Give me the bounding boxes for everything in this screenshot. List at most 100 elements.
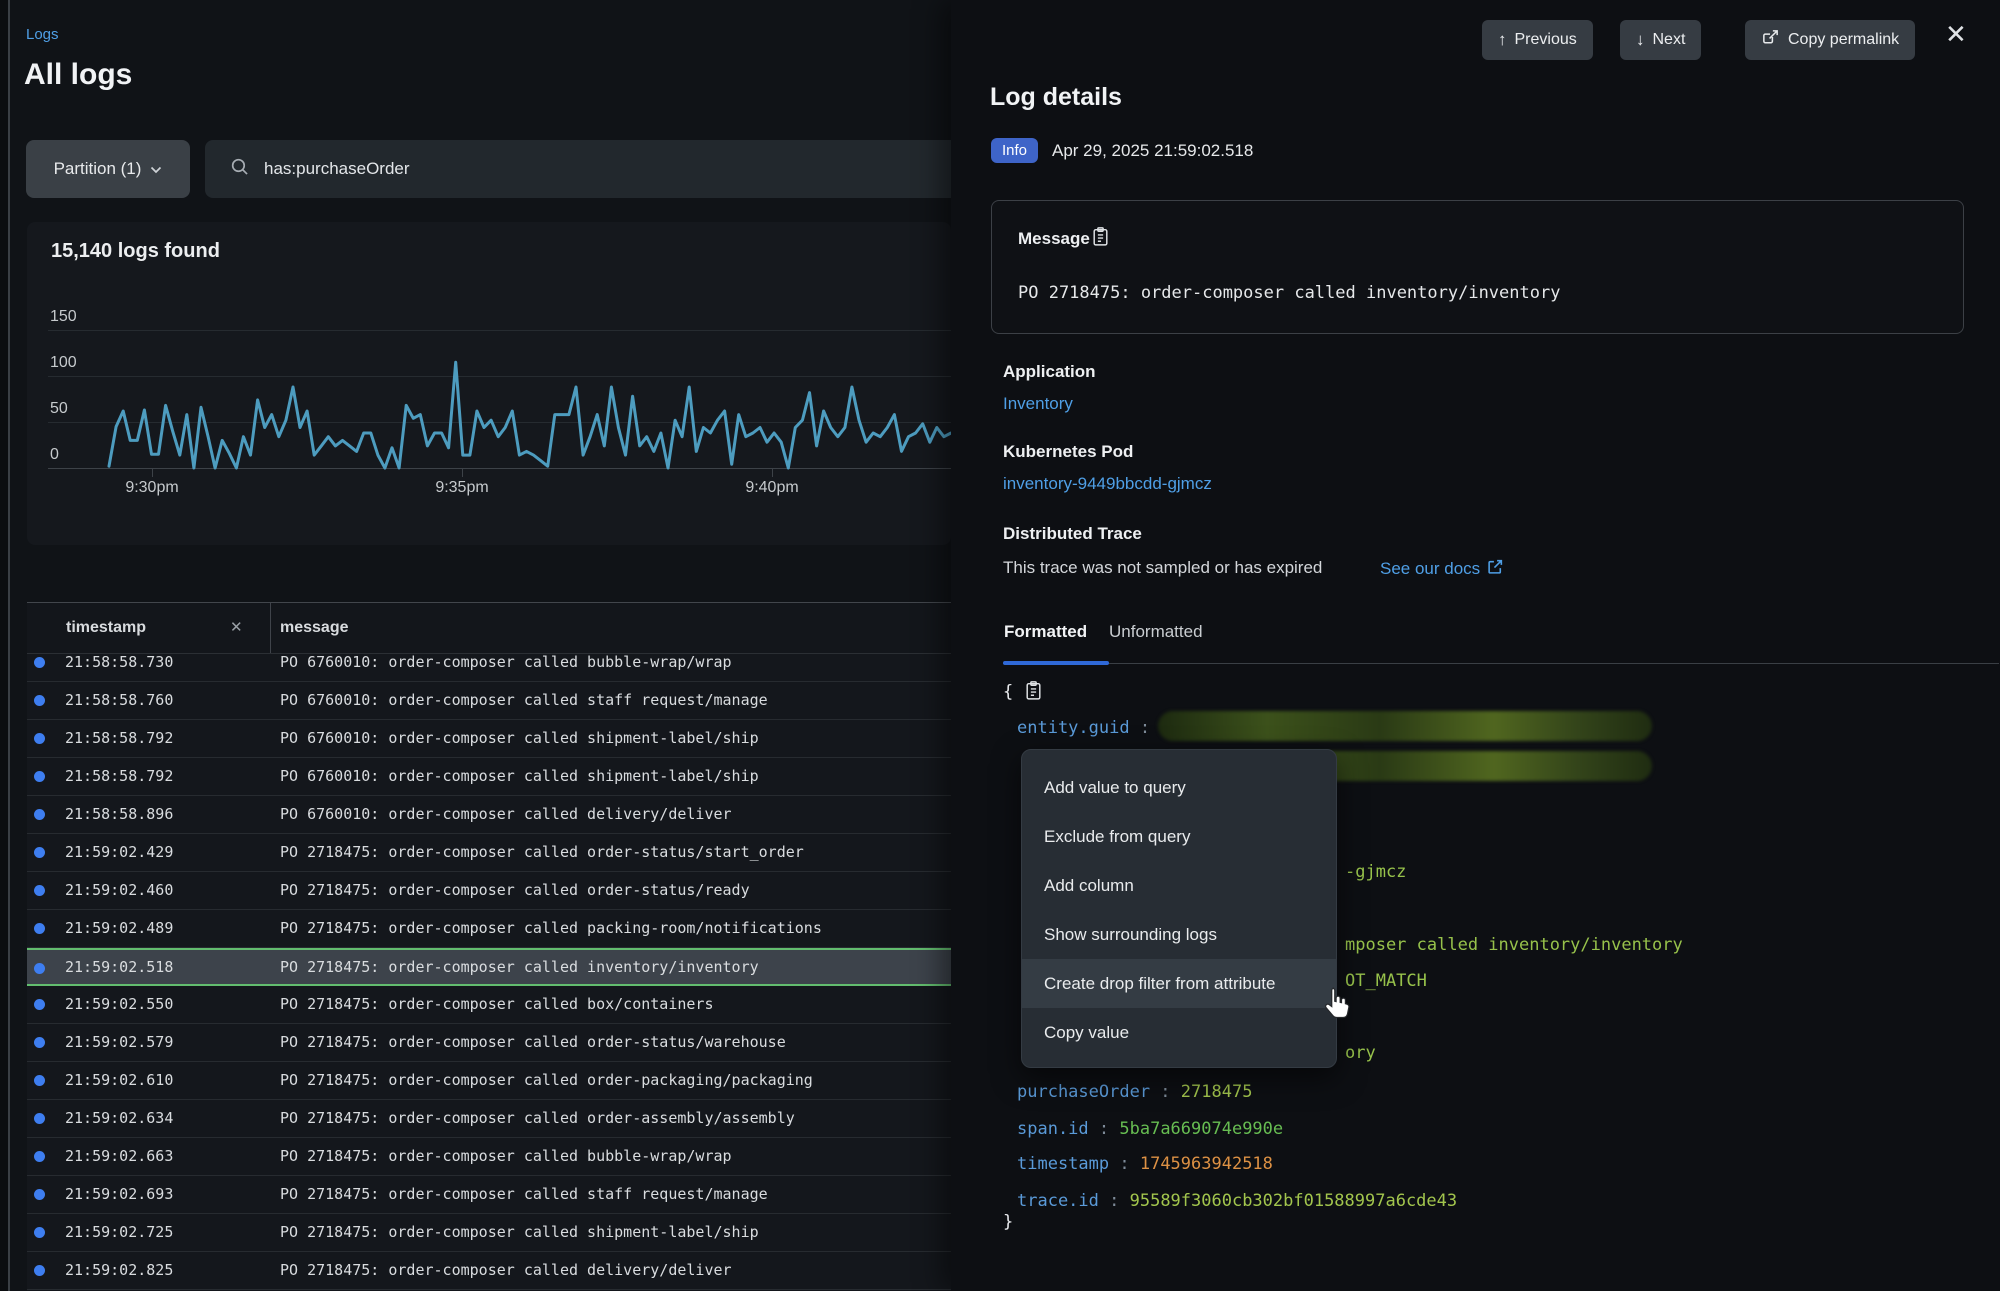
field-label: Kubernetes Pod <box>1003 442 1133 462</box>
attribute-row[interactable]: timestamp : 1745963942518 <box>1017 1154 1273 1174</box>
next-label: Next <box>1653 31 1686 49</box>
context-menu-items: Add value to query Exclude from query Ad… <box>1022 763 1336 1057</box>
column-header-message[interactable]: message <box>280 619 349 637</box>
table-row[interactable]: 21:59:02.634 PO 2718475: order-composer … <box>27 1100 951 1138</box>
severity-dot-icon <box>34 695 45 706</box>
detail-field: Application Inventory <box>951 362 2000 442</box>
attribute-entity-guid[interactable]: entity.guid : <box>1017 718 1150 738</box>
copy-permalink-label: Copy permalink <box>1788 31 1899 49</box>
context-menu-item[interactable]: Copy value <box>1022 1008 1336 1057</box>
table-row[interactable]: 21:59:02.825 PO 2718475: order-composer … <box>27 1252 951 1290</box>
row-timestamp: 21:58:58.896 <box>65 796 173 833</box>
severity-dot-icon <box>34 809 45 820</box>
severity-dot-icon <box>34 885 45 896</box>
row-message: PO 2718475: order-composer called delive… <box>280 1252 732 1289</box>
copy-json-icon[interactable] <box>1023 680 1044 706</box>
tab-active-indicator <box>1003 661 1109 665</box>
row-message: PO 6760010: order-composer called delive… <box>280 796 732 833</box>
external-link-icon <box>1487 558 1504 580</box>
attribute-row[interactable]: trace.id : 95589f3060cb302bf01588997a6cd… <box>1017 1191 1457 1211</box>
severity-dot-icon <box>34 733 45 744</box>
log-details-panel: ↑ Previous ↓ Next Copy permalink ✕ Log d… <box>951 0 2000 1291</box>
table-header: timestamp ✕ message <box>27 603 951 654</box>
copy-message-icon[interactable] <box>1090 226 1111 252</box>
y-axis-tick-label: 150 <box>50 307 77 327</box>
table-row[interactable]: 21:59:02.550 PO 2718475: order-composer … <box>27 986 951 1024</box>
json-open-brace: { <box>1003 682 1013 702</box>
attribute-row[interactable]: span.id : 5ba7a669074e990e <box>1017 1119 1283 1139</box>
row-message: PO 6760010: order-composer called staff … <box>280 682 768 719</box>
row-message: PO 2718475: order-composer called order-… <box>280 834 804 871</box>
chart-gridline <box>48 376 951 377</box>
field-value-link[interactable]: Inventory <box>1003 394 1073 414</box>
attribute-row[interactable]: purchaseOrder : 2718475 <box>1017 1082 1252 1102</box>
table-row[interactable]: 21:59:02.725 PO 2718475: order-composer … <box>27 1214 951 1252</box>
permalink-icon <box>1761 28 1780 52</box>
attribute-key: timestamp <box>1017 1154 1109 1174</box>
row-timestamp: 21:59:02.518 <box>65 950 173 984</box>
context-menu-item[interactable]: Show surrounding logs <box>1022 910 1336 959</box>
table-row[interactable]: 21:58:58.792 PO 6760010: order-composer … <box>27 758 951 796</box>
table-row[interactable]: 21:59:02.429 PO 2718475: order-composer … <box>27 834 951 872</box>
y-axis-tick-label: 0 <box>50 445 59 465</box>
table-row[interactable]: 21:59:02.579 PO 2718475: order-composer … <box>27 1024 951 1062</box>
distributed-trace-label: Distributed Trace <box>1003 524 1142 544</box>
field-value-link[interactable]: inventory-9449bbcdd-gjmcz <box>1003 474 1212 494</box>
table-row[interactable]: 21:59:02.693 PO 2718475: order-composer … <box>27 1176 951 1214</box>
attribute-value-fragment: -gjmcz <box>1345 862 1406 882</box>
table-row[interactable]: 21:58:58.730 PO 6760010: order-composer … <box>27 654 951 682</box>
remove-column-icon[interactable]: ✕ <box>230 618 243 636</box>
row-timestamp: 21:59:02.725 <box>65 1214 173 1251</box>
previous-log-button[interactable]: ↑ Previous <box>1482 20 1593 60</box>
x-axis-tick-label: 9:30pm <box>112 479 192 497</box>
table-row[interactable]: 21:59:02.460 PO 2718475: order-composer … <box>27 872 951 910</box>
copy-permalink-button[interactable]: Copy permalink <box>1745 20 1915 60</box>
breadcrumb-logs[interactable]: Logs <box>26 26 59 43</box>
chart-gridline <box>48 422 951 423</box>
attribute-key: trace.id <box>1017 1191 1099 1211</box>
table-row[interactable]: 21:58:58.896 PO 6760010: order-composer … <box>27 796 951 834</box>
column-divider <box>270 603 271 653</box>
table-rows: 21:58:58.730 PO 6760010: order-composer … <box>27 654 951 1290</box>
next-log-button[interactable]: ↓ Next <box>1620 20 1701 60</box>
search-input[interactable] <box>262 158 866 180</box>
row-timestamp: 21:58:58.760 <box>65 682 173 719</box>
row-timestamp: 21:59:02.693 <box>65 1176 173 1213</box>
row-timestamp: 21:59:02.489 <box>65 910 173 947</box>
table-row[interactable]: 21:59:02.663 PO 2718475: order-composer … <box>27 1138 951 1176</box>
table-row[interactable]: 21:58:58.760 PO 6760010: order-composer … <box>27 682 951 720</box>
logs-app: Logs All logs Partition (1) 15,140 logs … <box>0 0 2000 1291</box>
table-row[interactable]: 21:58:58.792 PO 6760010: order-composer … <box>27 720 951 758</box>
close-panel-icon[interactable]: ✕ <box>1939 18 1973 51</box>
column-header-timestamp[interactable]: timestamp <box>66 619 146 637</box>
tab-unformatted[interactable]: Unformatted <box>1109 622 1203 642</box>
context-menu-item[interactable]: Add column <box>1022 861 1336 910</box>
redacted-value <box>1158 711 1652 741</box>
page-title: All logs <box>24 58 132 92</box>
context-menu-item[interactable]: Create drop filter from attribute <box>1022 959 1336 1008</box>
context-menu-item[interactable]: Add value to query <box>1022 763 1336 812</box>
context-menu-item[interactable]: Exclude from query <box>1022 812 1336 861</box>
see-our-docs-link[interactable]: See our docs <box>1380 558 1504 580</box>
arrow-up-icon: ↑ <box>1498 30 1507 50</box>
row-timestamp: 21:58:58.730 <box>65 654 173 681</box>
partition-filter-button[interactable]: Partition (1) <box>26 140 190 198</box>
tab-formatted[interactable]: Formatted <box>1004 622 1087 642</box>
row-timestamp: 21:59:02.550 <box>65 986 173 1023</box>
table-row[interactable]: 21:59:02.489 PO 2718475: order-composer … <box>27 910 951 948</box>
row-timestamp: 21:59:02.460 <box>65 872 173 909</box>
severity-dot-icon <box>34 1037 45 1048</box>
severity-dot-icon <box>34 1151 45 1162</box>
previous-label: Previous <box>1515 31 1577 49</box>
row-timestamp: 21:59:02.825 <box>65 1252 173 1289</box>
search-bar[interactable] <box>205 140 965 198</box>
row-message: PO 2718475: order-composer called order-… <box>280 1100 795 1137</box>
attribute-value-fragment: mposer called inventory/inventory <box>1345 935 1683 955</box>
left-edge-rail <box>0 0 10 1291</box>
row-message: PO 2718475: order-composer called shipme… <box>280 1214 759 1251</box>
row-message: PO 2718475: order-composer called box/co… <box>280 986 713 1023</box>
search-icon <box>205 156 250 182</box>
chart-gridline <box>48 330 951 331</box>
table-row[interactable]: 21:59:02.610 PO 2718475: order-composer … <box>27 1062 951 1100</box>
table-row[interactable]: 21:59:02.518 PO 2718475: order-composer … <box>27 948 951 986</box>
